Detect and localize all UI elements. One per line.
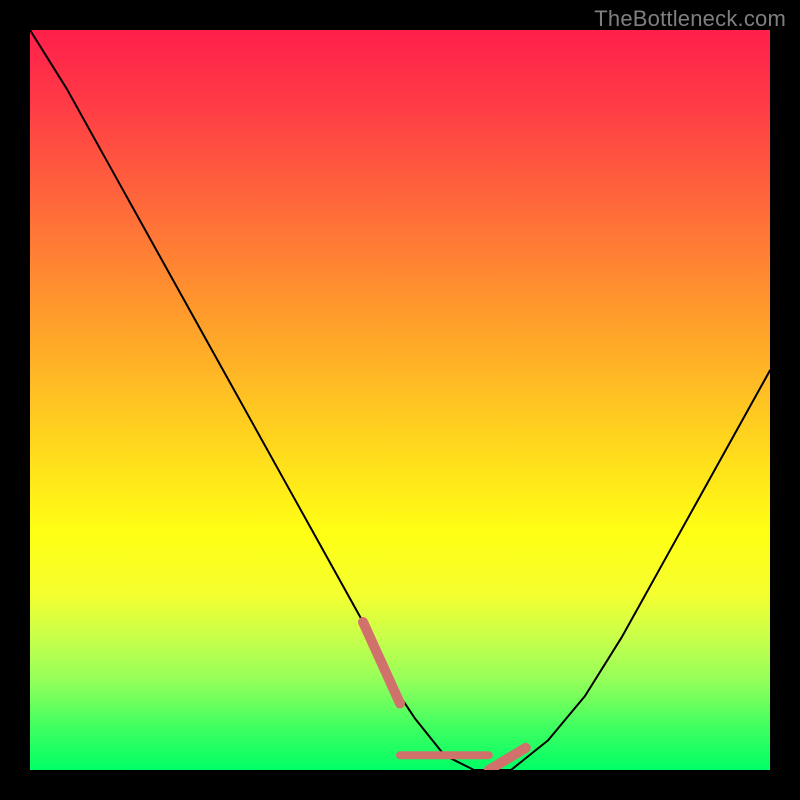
watermark-text: TheBottleneck.com [594, 6, 786, 32]
highlight-right-knee [489, 748, 526, 770]
highlight-left-knee [363, 622, 400, 703]
bottleneck-curve [30, 30, 770, 770]
curve-svg [30, 30, 770, 770]
plot-area [30, 30, 770, 770]
